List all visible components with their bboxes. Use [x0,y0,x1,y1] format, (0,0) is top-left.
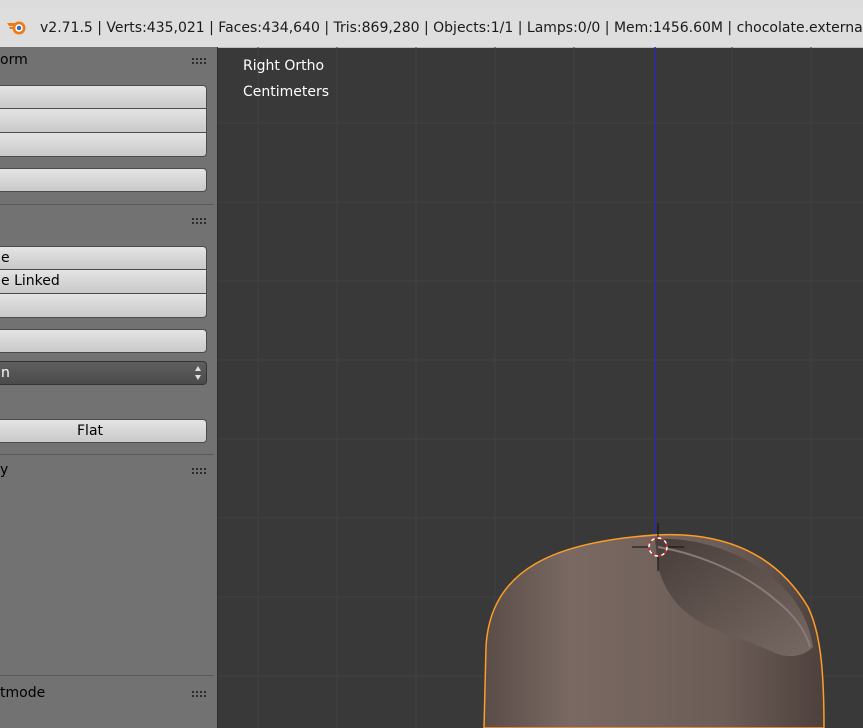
blender-logo-icon[interactable] [6,19,28,37]
view-name-label: Right Ortho [243,58,325,74]
viewport-canvas [218,47,863,728]
shading-flat-button[interactable]: Flat [69,419,207,443]
panel-header-history[interactable]: y [0,458,217,482]
panel-header-transform[interactable]: orm [0,48,217,72]
set-origin-dropdown[interactable]: n [0,361,207,385]
scene-statistics: v2.71.5 | Verts:435,021 | Faces:434,640 … [40,20,863,36]
panel-title-operator: tmode [0,685,46,701]
3d-viewport[interactable]: Right Ortho Centimeters [218,47,863,728]
info-header: v2.71.5 | Verts:435,021 | Faces:434,640 … [0,9,863,48]
edit-button-3[interactable] [0,294,207,318]
updown-arrows-icon [194,365,202,381]
panel-title-history: y [0,462,9,478]
units-label: Centimeters [243,84,330,100]
drag-grip-icon[interactable] [191,464,207,474]
edit-button-4[interactable] [0,329,207,353]
dropdown-value: n [1,365,10,381]
transform-button-3[interactable] [0,133,207,157]
panel-header-edit[interactable] [0,208,217,232]
duplicate-linked-button[interactable]: e Linked [0,270,207,294]
panel-divider [0,454,214,455]
tool-shelf: orm e e Linked n Flat y tmode [0,47,218,728]
window-top-strip [0,0,863,9]
transform-button-4[interactable] [0,168,207,192]
chocolate-object[interactable] [483,533,825,728]
drag-grip-icon[interactable] [191,687,207,697]
transform-button-1[interactable] [0,85,207,109]
panel-divider [0,675,214,676]
drag-grip-icon[interactable] [191,54,207,64]
drag-grip-icon[interactable] [191,214,207,224]
shading-smooth-button[interactable] [0,419,70,443]
transform-button-2[interactable] [0,109,207,133]
panel-header-operator[interactable]: tmode [0,681,217,705]
duplicate-button[interactable]: e [0,246,207,270]
panel-title-transform: orm [0,52,28,68]
panel-divider [0,204,214,205]
